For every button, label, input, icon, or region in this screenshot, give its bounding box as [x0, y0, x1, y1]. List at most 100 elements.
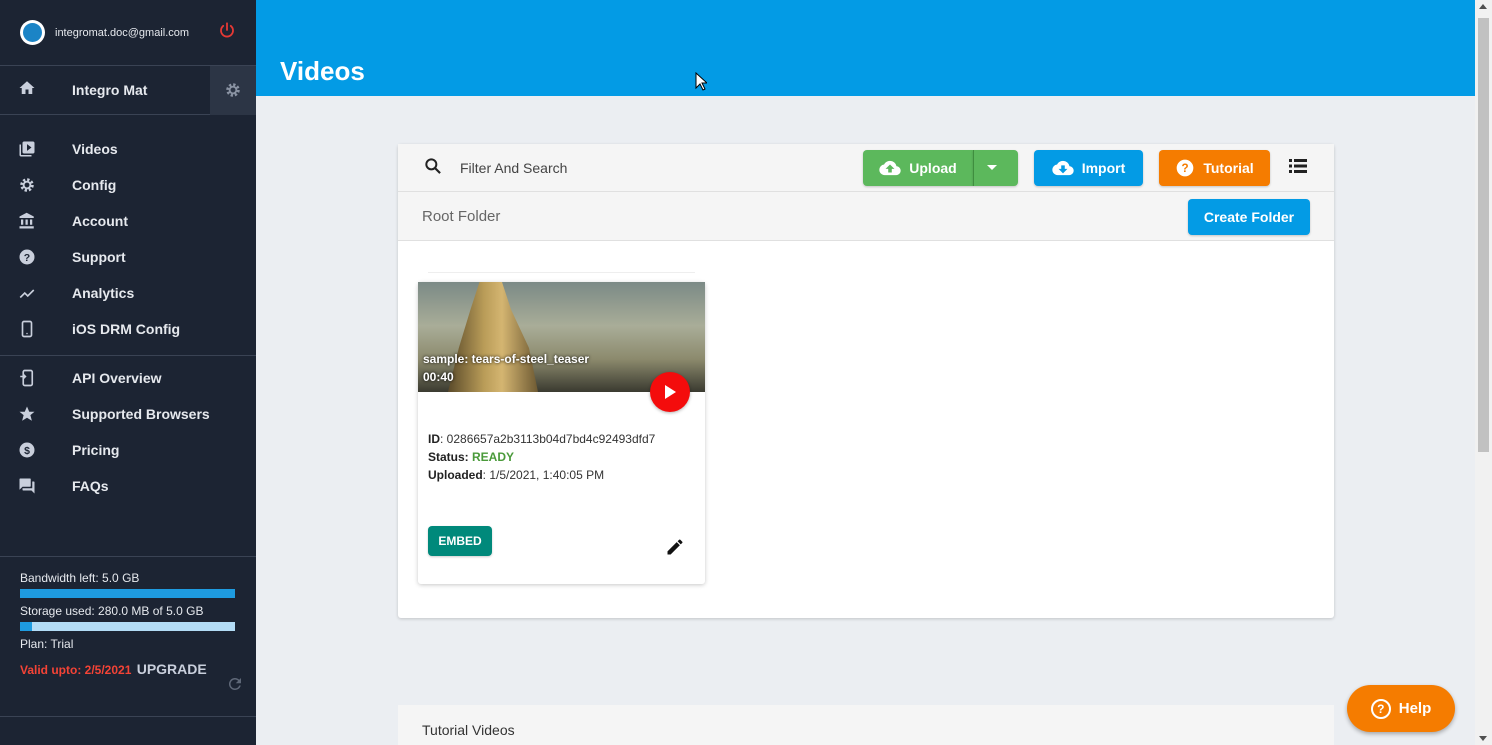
main-nav: Videos Config Account ? Support Analytic…: [0, 115, 256, 504]
sidebar-item-label: Supported Browsers: [72, 406, 210, 422]
gear-icon: [0, 176, 72, 194]
upload-label: Upload: [909, 160, 957, 176]
sidebar-item-account[interactable]: Account: [0, 203, 256, 239]
bandwidth-text: Bandwidth left: 5.0 GB: [20, 571, 140, 585]
video-card: sample: tears-of-steel_teaser 00:40 ID: …: [418, 272, 705, 584]
logout-power-icon[interactable]: [218, 21, 236, 44]
edit-pencil-icon[interactable]: [665, 537, 685, 562]
folder-title: Root Folder: [422, 208, 501, 225]
scrollbar-thumb[interactable]: [1478, 18, 1489, 452]
import-label: Import: [1081, 160, 1126, 176]
videos-panel: Upload Import ? Tutorial Root Folder Cre…: [398, 144, 1334, 618]
help-circle-icon: ?: [1177, 159, 1194, 177]
sidebar-item-label: Pricing: [72, 442, 120, 458]
trend-line-icon: [0, 284, 72, 302]
app-logo: [20, 20, 45, 45]
sidebar-item-config[interactable]: Config: [0, 167, 256, 203]
help-button[interactable]: ? Help: [1347, 685, 1455, 732]
sidebar-item-supported-browsers[interactable]: Supported Browsers: [0, 396, 256, 432]
project-settings-gear-icon[interactable]: [210, 65, 256, 115]
upgrade-link[interactable]: UPGRADE: [137, 661, 207, 677]
plan-text: Plan: Trial: [20, 637, 74, 651]
svg-text:?: ?: [24, 252, 30, 264]
sidebar-item-label: Account: [72, 213, 128, 229]
sidebar-item-label: Support: [72, 249, 126, 265]
project-row[interactable]: Integro Mat: [0, 65, 256, 115]
bandwidth-bar: [20, 589, 235, 598]
svg-text:?: ?: [1182, 162, 1189, 175]
bank-icon: [0, 212, 72, 230]
play-icon: [665, 385, 676, 399]
create-folder-button[interactable]: Create Folder: [1188, 199, 1310, 235]
sidebar-footer-divider: [0, 716, 256, 717]
sidebar-item-support[interactable]: ? Support: [0, 239, 256, 275]
embed-button[interactable]: EMBED: [428, 526, 492, 556]
sidebar-item-label: FAQs: [72, 478, 109, 494]
sidebar-item-pricing[interactable]: $ Pricing: [0, 432, 256, 468]
user-bar: integromat.doc@gmail.com: [0, 0, 256, 66]
nav-divider: [0, 355, 256, 356]
page-scrollbar[interactable]: [1475, 0, 1492, 745]
mouse-cursor-icon: [695, 71, 709, 96]
card-divider: [428, 272, 695, 273]
scroll-down-arrow-icon[interactable]: [1479, 736, 1487, 741]
api-phone-icon: [0, 369, 72, 387]
star-icon: [0, 405, 72, 423]
page-title: Videos: [280, 56, 365, 86]
cloud-download-icon: [1052, 160, 1074, 176]
help-label: Help: [1398, 700, 1432, 717]
storage-text: Storage used: 280.0 MB of 5.0 GB: [20, 604, 204, 618]
sidebar-item-label: Config: [72, 177, 117, 193]
storage-bar: [20, 622, 235, 631]
page-header: Videos: [256, 0, 1475, 96]
tutorial-videos-panel: Tutorial Videos: [398, 705, 1334, 745]
bandwidth-bar-fill: [20, 589, 235, 598]
video-id: : 0286657a2b3113b04d7bd4c92493dfd7: [440, 432, 656, 446]
video-title: sample: tears-of-steel_teaser: [423, 352, 590, 366]
search-input[interactable]: [460, 154, 840, 182]
sidebar-item-label: iOS DRM Config: [72, 321, 181, 337]
tutorial-videos-title: Tutorial Videos: [422, 722, 515, 738]
phone-icon: [0, 320, 72, 338]
valid-until-text: Valid upto: 2/5/2021: [20, 663, 132, 677]
sidebar-item-videos[interactable]: Videos: [0, 131, 256, 167]
refresh-icon[interactable]: [226, 675, 244, 698]
sidebar-item-analytics[interactable]: Analytics: [0, 275, 256, 311]
home-icon[interactable]: [0, 79, 52, 102]
uploaded-date: : 1/5/2021, 1:40:05 PM: [482, 468, 605, 482]
project-name: Integro Mat: [72, 82, 148, 98]
sidebar-item-label: Analytics: [72, 285, 135, 301]
uploaded-label: Uploaded: [428, 468, 483, 482]
id-label: ID: [428, 432, 440, 446]
import-button[interactable]: Import: [1034, 150, 1143, 186]
caret-down-icon: [987, 165, 997, 170]
chat-icon: [0, 477, 72, 495]
video-library-icon: [0, 140, 72, 158]
video-duration: 00:40: [423, 370, 454, 384]
dollar-icon: $: [0, 441, 72, 459]
sidebar: integromat.doc@gmail.com Integro Mat Vid…: [0, 0, 256, 745]
toolbar: Upload Import ? Tutorial: [398, 144, 1334, 192]
sidebar-item-faqs[interactable]: FAQs: [0, 468, 256, 504]
search-icon: [423, 156, 443, 181]
scroll-up-arrow-icon[interactable]: [1479, 4, 1487, 9]
upload-dropdown-button[interactable]: [973, 150, 1018, 186]
sidebar-item-label: API Overview: [72, 370, 162, 386]
help-circle-icon: ?: [1370, 698, 1391, 719]
list-view-icon[interactable]: [1289, 158, 1307, 179]
validity-row: Valid upto: 2/5/2021 UPGRADE: [20, 661, 236, 677]
upload-button[interactable]: Upload: [863, 150, 973, 186]
video-info: ID: 0286657a2b3113b04d7bd4c92493dfd7 Sta…: [428, 430, 655, 484]
tutorial-button[interactable]: ? Tutorial: [1159, 150, 1270, 186]
sidebar-item-label: Videos: [72, 141, 118, 157]
user-email: integromat.doc@gmail.com: [55, 26, 190, 39]
usage-panel: Bandwidth left: 5.0 GB Storage used: 280…: [0, 556, 256, 690]
sidebar-item-ios-drm-config[interactable]: iOS DRM Config: [0, 311, 256, 347]
status-badge: READY: [472, 450, 515, 464]
cloud-upload-icon: [879, 160, 901, 176]
status-label: Status:: [428, 450, 469, 464]
sidebar-item-api-overview[interactable]: API Overview: [0, 360, 256, 396]
play-button[interactable]: [650, 372, 690, 412]
svg-text:$: $: [24, 445, 30, 457]
thumbnail-image: [448, 282, 538, 392]
